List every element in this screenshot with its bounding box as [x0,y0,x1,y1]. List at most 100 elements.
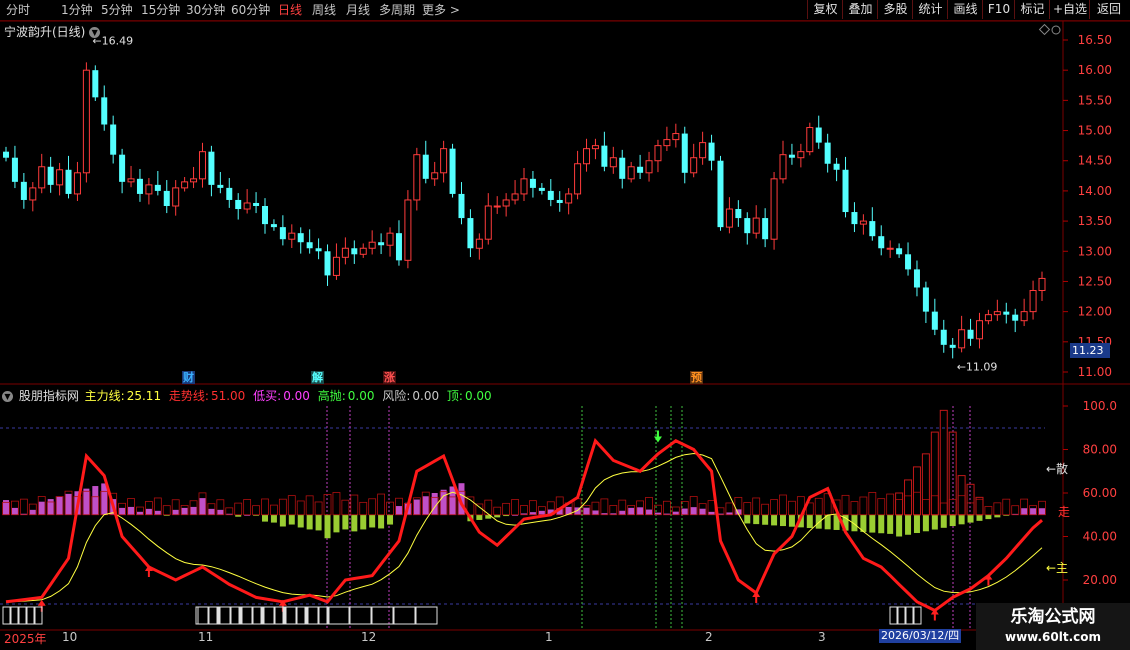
histogram-bar [958,514,965,525]
diamond-icon [1038,23,1051,36]
low-zone-box [415,606,438,625]
histogram-bar [422,496,429,515]
ind-right-label: ←主 [1046,561,1068,575]
dispersion-bar [243,499,252,516]
histogram-bar [65,493,72,515]
low-zone-box [241,606,253,625]
low-zone-box [239,606,262,625]
candle-body-up [386,232,394,246]
histogram-bar [896,514,903,537]
price-axis-label: 13.00 [1078,244,1112,258]
event-flag-unlock[interactable]: 解 [311,371,324,384]
histogram-bar [476,514,483,520]
histogram-bar [199,498,206,515]
candle-body-down [735,209,742,219]
indicator-name[interactable]: 股朋指标网 [19,389,79,403]
last-price-tag: 11.23 [1070,343,1110,358]
candle-body-up [591,145,599,150]
cursor-date-tag: 2026/03/12/四 [879,629,962,643]
dispersion-bar [493,506,502,516]
dispersion-bar [234,502,243,516]
histogram-bar [646,509,653,515]
dispersion-bar [966,502,975,516]
histogram-bar [815,514,822,529]
price-axis-label: 15.00 [1078,124,1112,138]
low-zone-box [26,606,35,625]
candle-body-down [851,212,858,225]
histogram-bar [119,507,126,515]
candle-body-up [797,151,805,159]
event-flag-rise[interactable]: 涨 [383,371,396,384]
histogram-bar [387,514,394,525]
histogram-bar [262,514,268,522]
candle-body-up [341,247,349,258]
candle-body-up [609,157,617,168]
dispersion-bar [921,499,930,516]
histogram-bar [369,514,376,528]
price-axis-label: 14.50 [1078,154,1112,168]
dispersion-bar-tall [975,496,984,516]
high-price-label: ←16.49 [92,35,133,48]
event-flag-finance[interactable]: 财 [182,371,195,384]
candle-body-down [306,242,313,249]
dispersion-bar [779,494,787,516]
candle-body-down [931,311,938,330]
candle-body-down [458,193,465,219]
candle-body-down [1012,314,1019,321]
dispersion-bar [323,494,332,516]
dispersion-bar [904,495,912,516]
histogram-bar [279,514,286,527]
candle-body-up [859,220,867,225]
dispersion-bar [511,499,519,516]
dispersion-bar [984,506,993,516]
candle-body-up [583,148,591,165]
candle-body-down [297,233,304,243]
candle-body-down [47,166,54,185]
histogram-bar [878,514,885,534]
candle-body-down [556,199,563,203]
histogram-bar [637,507,644,515]
candle-body-up [190,178,198,183]
main-force-line [5,452,1043,603]
candle-body-down [449,148,456,194]
histogram-bar [324,514,331,539]
histogram-bar [315,514,322,531]
histogram-bar [762,514,769,525]
candle-body-down [217,184,224,188]
dispersion-bar [859,496,868,516]
candle-body-up [484,205,492,240]
dispersion-bar [939,502,948,516]
event-flag-forecast[interactable]: 预 [690,371,703,384]
histogram-bar [288,514,295,525]
candle-body-up [502,199,510,207]
histogram-bar [699,508,706,515]
dispersion-bar [270,504,278,516]
x-label-oct: 10 [62,630,78,644]
candle-body-down [378,242,385,246]
candle-body-up [431,172,439,180]
histogram-bar [154,510,161,515]
candle-body-down [351,248,358,255]
candle-body-up [984,314,992,322]
candle-body-up [886,247,894,250]
histogram-bar [11,507,18,515]
low-zone-box [219,606,231,625]
histogram-bar [940,514,947,528]
candle-body-down [262,206,268,225]
histogram-bar [1039,508,1045,515]
histogram-bar [619,510,626,515]
indicator-menu-icon[interactable]: ▼ [2,391,13,402]
histogram-bar [128,506,135,515]
candle-body-up [958,329,966,349]
trend-line-label: 走势线: 51.00 [168,389,246,403]
low-zone-box [283,606,306,625]
candle-body-down [324,251,331,276]
kline-chart: ←16.49 ←11.09 16.50 16.00 15.50 15.00 14.50 14… [0,20,1130,631]
histogram-bar [360,514,367,530]
dispersion-bar [305,495,314,516]
candle-body-down [422,154,429,179]
dispersion-bar-tall [957,475,966,516]
candle-body-up [806,127,814,153]
dispersion-bar [252,505,260,516]
candle-body-down [529,178,536,188]
